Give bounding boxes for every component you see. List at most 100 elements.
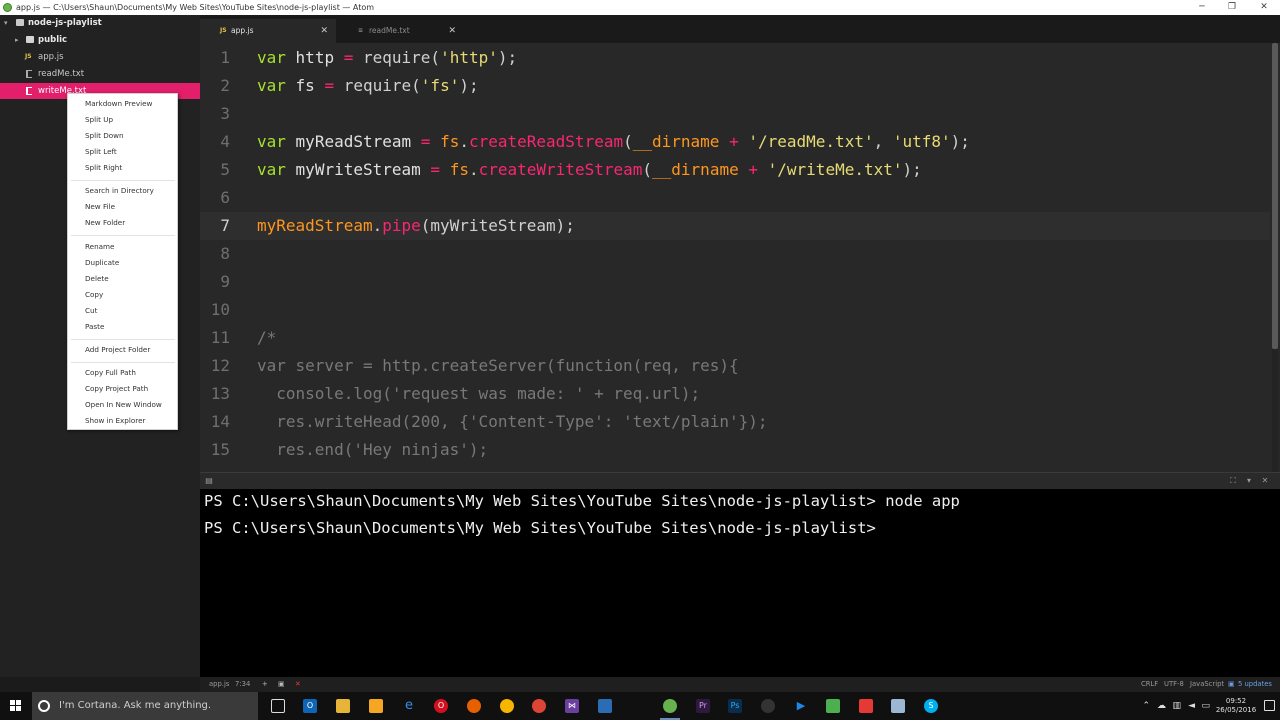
tab-readme[interactable]: ≡ readMe.txt ✕ [338,19,464,43]
network-icon[interactable]: ▥ [1172,701,1181,711]
task-view-icon[interactable] [271,699,285,713]
menu-item-split-left[interactable]: Split Left [85,147,117,156]
code-line[interactable]: 15 res.end('Hey ninjas'); [200,436,1270,464]
code-line[interactable]: 9 [200,268,1270,296]
tree-item-public[interactable]: ▸ public [0,32,200,48]
menu-item-add-project-folder[interactable]: Add Project Folder [85,345,150,354]
close-window-button[interactable]: ✕ [1248,0,1280,15]
scrollbar-thumb[interactable] [1272,43,1278,349]
code-line[interactable]: 6 [200,184,1270,212]
menu-item-paste[interactable]: Paste [85,322,104,331]
menu-item-cut[interactable]: Cut [85,306,97,315]
premiere-icon[interactable]: Pr [696,699,710,713]
menu-item-show-in-explorer[interactable]: Show in Explorer [85,416,145,425]
menu-item-delete[interactable]: Delete [85,274,109,283]
menu-item-copy-full-path[interactable]: Copy Full Path [85,368,136,377]
visual-studio-icon[interactable]: ⋈ [565,699,579,713]
maximize-panel-icon[interactable]: ⛶ [1228,476,1238,486]
chrome-icon[interactable] [532,699,546,713]
menu-item-markdown-preview[interactable]: Markdown Preview [85,99,152,108]
edge-icon[interactable]: e [402,699,416,713]
code-line[interactable]: 10 [200,296,1270,324]
status-updates[interactable]: 5 updates [1238,677,1272,692]
code-line[interactable]: 8 [200,240,1270,268]
tree-item-readme[interactable]: readMe.txt [0,66,200,82]
menu-item-copy-project-path[interactable]: Copy Project Path [85,384,148,393]
outlook-icon[interactable]: O [303,699,317,713]
menu-item-copy[interactable]: Copy [85,290,103,299]
store-icon[interactable] [369,699,383,713]
chevron-down-icon[interactable]: ▾ [1244,476,1254,486]
terminal-icon[interactable]: ▤ [204,476,214,486]
close-icon[interactable]: ✕ [448,19,456,43]
maximize-button[interactable]: ❐ [1216,0,1248,15]
status-file-name[interactable]: app.js [209,677,229,692]
updates-icon: ▣ [1228,680,1235,688]
menu-item-rename[interactable]: Rename [85,242,114,251]
file-explorer-icon[interactable] [336,699,350,713]
network-app-icon[interactable]: ☁ [1157,701,1166,711]
tree-project-root[interactable]: ▾ node-js-playlist [0,15,200,31]
play-icon[interactable]: ▶ [794,699,808,713]
code-line[interactable]: 13 console.log('request was made: ' + re… [200,380,1270,408]
close-icon[interactable]: ✕ [1260,476,1270,486]
menu-item-search-in-directory[interactable]: Search in Directory [85,186,154,195]
cortana-search-box[interactable]: I'm Cortana. Ask me anything. [32,692,258,720]
terminal-icon[interactable]: ▣ [278,677,284,692]
photoshop-icon[interactable]: Ps [728,699,742,713]
menu-item-split-up[interactable]: Split Up [85,115,113,124]
clock[interactable]: 09:52 26/05/2016 [1214,697,1258,715]
code-line[interactable]: 12 var server = http.createServer(functio… [200,352,1270,380]
menu-item-new-file[interactable]: New File [85,202,115,211]
editor-scrollbar[interactable] [1272,43,1278,472]
code-line[interactable]: 4 var myReadStream = fs.createReadStream(… [200,128,1270,156]
add-icon[interactable]: + [262,677,268,692]
line-number: 10 [210,300,230,319]
code-line[interactable]: 14 res.writeHead(200, {'Content-Type': '… [200,408,1270,436]
close-icon[interactable]: ✕ [295,677,301,692]
code-line[interactable]: 11 /* [200,324,1270,352]
firefox-icon[interactable] [467,699,481,713]
close-icon[interactable]: ✕ [320,19,328,43]
atom-taskbar-icon[interactable] [660,699,680,720]
app-icon[interactable] [859,699,873,713]
menu-item-duplicate[interactable]: Duplicate [85,258,119,267]
code-line[interactable]: 2 var fs = require('fs'); [200,72,1270,100]
menu-item-new-folder[interactable]: New Folder [85,218,125,227]
code-line[interactable]: 3 [200,100,1270,128]
shield-icon[interactable] [826,699,840,713]
tab-app-js[interactable]: JS app.js ✕ [200,19,336,43]
notifications-icon[interactable] [1264,700,1275,711]
windows-start-icon[interactable] [10,700,22,712]
tree-item-app-js[interactable]: JS app.js [0,49,200,65]
code-line[interactable]: 1 var http = require('http'); [200,44,1270,72]
js-file-icon: JS [25,53,32,60]
chevron-up-icon[interactable]: ⌃ [1142,701,1150,711]
skype-icon[interactable]: S [924,699,938,713]
status-cursor-position[interactable]: 7:34 [235,677,250,692]
volume-icon[interactable]: ◄ [1188,701,1195,711]
app-icon[interactable] [598,699,612,713]
status-line-ending[interactable]: CRLF [1141,677,1158,692]
code-editor[interactable]: 1 var http = require('http'); 2 var fs = r… [200,43,1280,472]
minimize-button[interactable]: ─ [1186,0,1218,15]
browser-icon[interactable] [500,699,514,713]
obs-icon[interactable] [761,699,775,713]
notepad-icon[interactable] [891,699,905,713]
menu-item-split-down[interactable]: Split Down [85,131,124,140]
line-number: 13 [210,384,230,403]
terminal[interactable]: PS C:\Users\Shaun\Documents\My Web Sites… [200,489,1280,677]
line-number: 11 [210,328,230,347]
tab-label: app.js [231,26,254,35]
line-number: 7 [220,216,230,235]
code-line[interactable]: 5 var myWriteStream = fs.createWriteStrea… [200,156,1270,184]
opera-icon[interactable]: O [434,699,448,713]
status-grammar[interactable]: JavaScript [1190,677,1224,692]
keyboard-icon[interactable]: ▭ [1201,701,1210,711]
menu-item-open-in-new-window[interactable]: Open In New Window [85,400,162,409]
code-line-current[interactable]: 7 myReadStream.pipe(myWriteStream); [200,212,1270,240]
terminal-line: PS C:\Users\Shaun\Documents\My Web Sites… [204,519,876,537]
menu-item-split-right[interactable]: Split Right [85,163,122,172]
code-text: res.end('Hey ninjas'); [257,440,489,459]
status-encoding[interactable]: UTF-8 [1164,677,1184,692]
